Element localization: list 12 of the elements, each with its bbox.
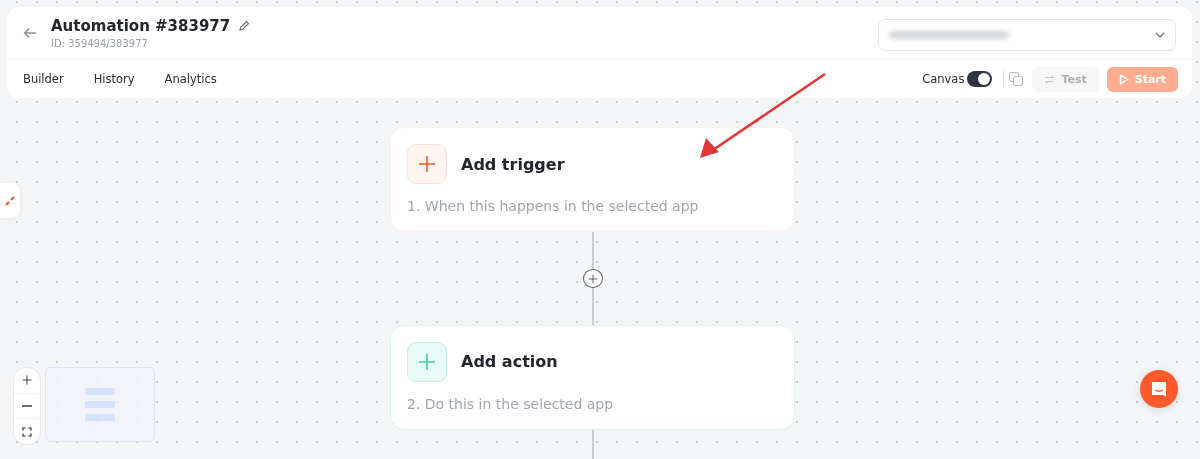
nav-tab[interactable]: History: [93, 72, 135, 86]
card-description: 2. Do this in the selected app: [407, 395, 615, 412]
nav-tab[interactable]: Builder: [23, 72, 64, 86]
nav-tab[interactable]: Analytics: [164, 72, 217, 86]
automation-id: ID: 359494/383977: [51, 38, 149, 49]
canvas-label: Canvas: [922, 72, 965, 86]
automation-title: Automation #383977: [51, 17, 231, 35]
trigger-card[interactable]: Add trigger 1. When this happens in the selected app: [390, 127, 795, 233]
card-title: Add trigger: [461, 154, 565, 174]
card-description: 1. When this happens in the selected app: [407, 198, 700, 214]
card-title: Add action: [461, 352, 558, 372]
action-card[interactable]: Add action 2. Do this in the selected app: [390, 324, 795, 431]
